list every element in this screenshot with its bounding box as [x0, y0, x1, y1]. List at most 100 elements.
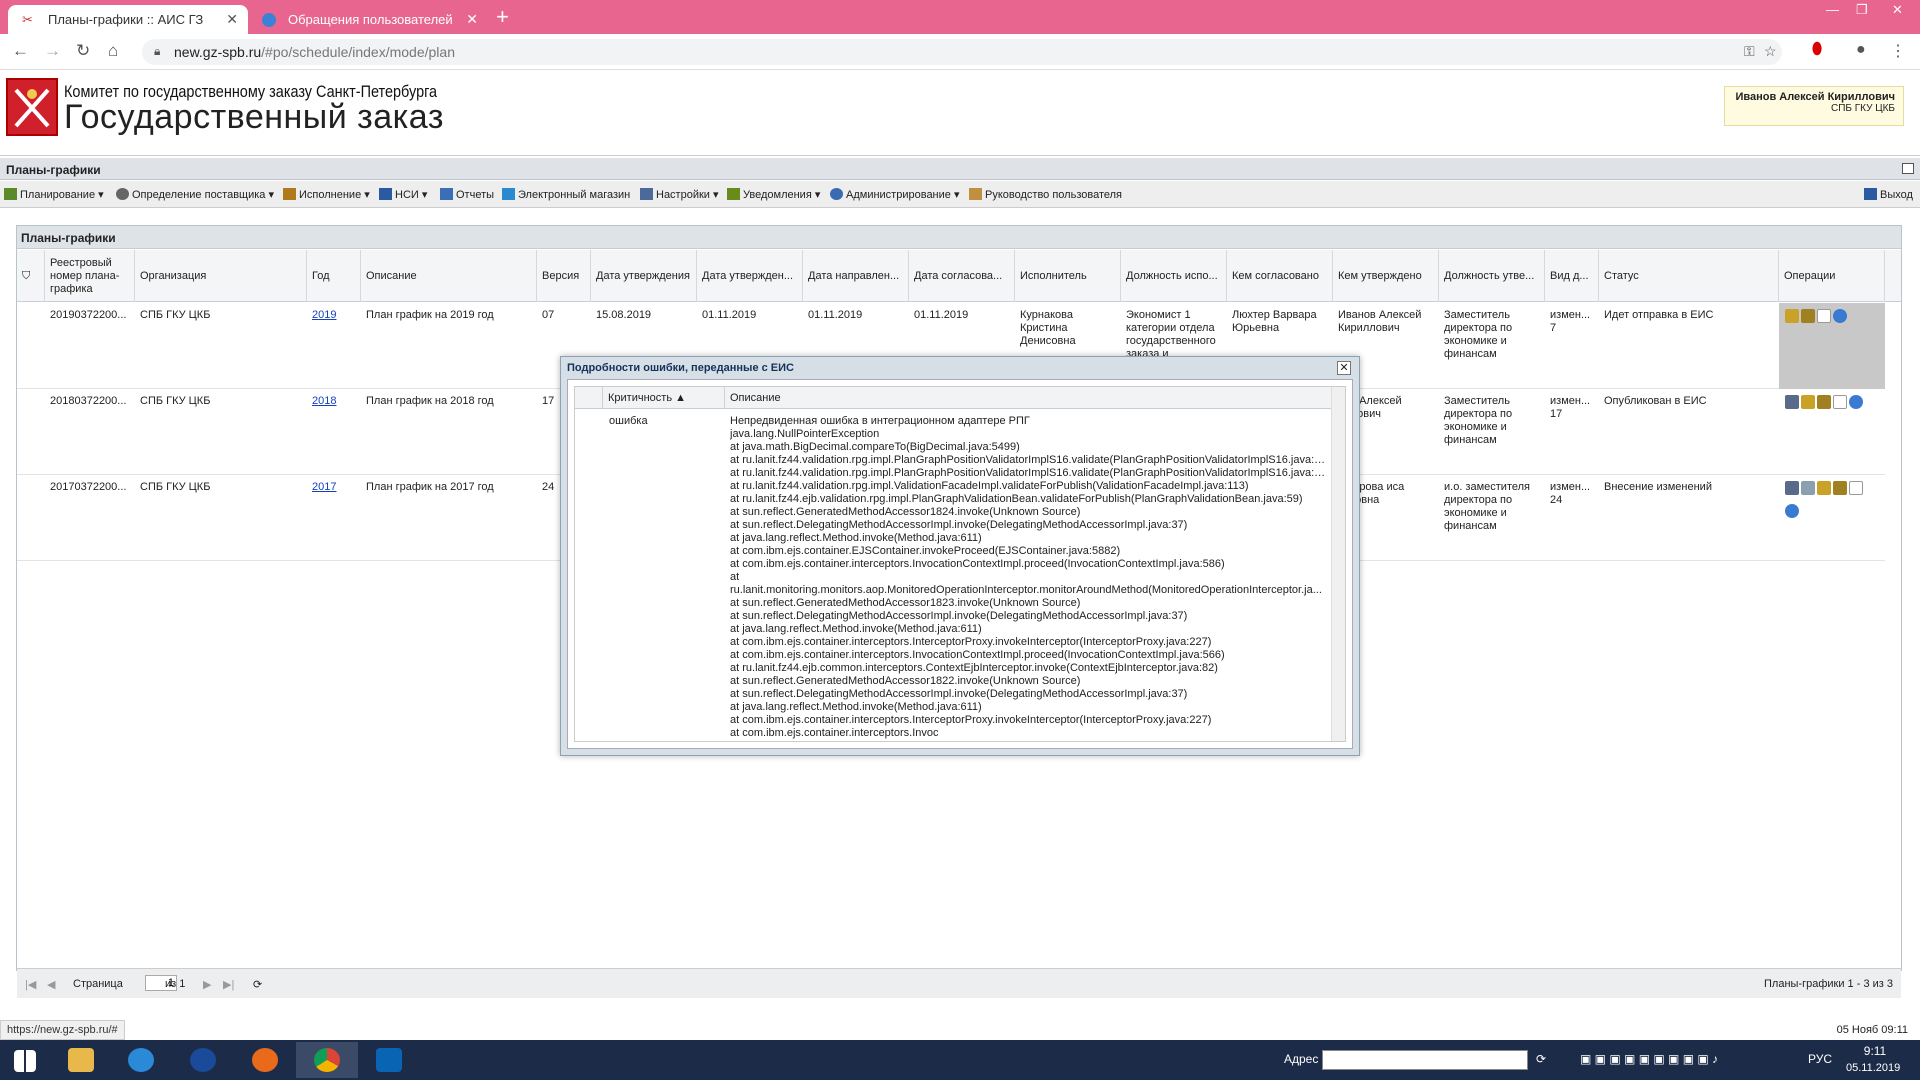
- menu-nsi[interactable]: НСИ ▾: [379, 188, 427, 201]
- column-header[interactable]: Вид д...: [1545, 250, 1599, 302]
- column-header[interactable]: Должность утве...: [1439, 250, 1545, 302]
- operations: [1779, 303, 1885, 389]
- menu-admin[interactable]: Администрирование ▾: [830, 188, 959, 201]
- column-header[interactable]: Версия: [537, 250, 591, 302]
- sign-icon[interactable]: [1817, 395, 1831, 409]
- first-page-icon[interactable]: |◀: [25, 978, 36, 991]
- taskbar-explorer[interactable]: [50, 1042, 112, 1078]
- doc-kind: измен... 7: [1550, 309, 1591, 334]
- forward-icon[interactable]: →: [44, 41, 61, 61]
- back-icon[interactable]: ←: [12, 41, 29, 61]
- minimize-icon[interactable]: —: [1826, 2, 1839, 17]
- column-header[interactable]: Должность испо...: [1121, 250, 1227, 302]
- taskbar-ie[interactable]: [110, 1042, 172, 1078]
- column-header[interactable]: Реестровый номер плана-графика: [45, 250, 135, 302]
- tray-time[interactable]: 9:11: [1850, 1044, 1900, 1058]
- prev-page-icon[interactable]: ◀: [47, 978, 55, 991]
- close-tab-icon[interactable]: ✕: [226, 5, 238, 34]
- taskbar-firefox[interactable]: [234, 1042, 296, 1078]
- user-info[interactable]: Иванов Алексей Кириллович СПБ ГКУ ЦКБ: [1724, 86, 1904, 126]
- edit-icon[interactable]: [1785, 481, 1799, 495]
- menu-notifications[interactable]: Уведомления ▾: [727, 188, 820, 201]
- refresh-icon[interactable]: ⟳: [1536, 1052, 1546, 1066]
- new-tab-icon[interactable]: +: [496, 4, 509, 30]
- next-page-icon[interactable]: ▶: [203, 978, 211, 991]
- menu-planning[interactable]: Планирование ▾: [4, 188, 104, 201]
- column-header[interactable]: Операции: [1779, 250, 1885, 302]
- menu-eshop[interactable]: Электронный магазин: [502, 188, 630, 201]
- restore-icon[interactable]: ❐: [1856, 2, 1868, 18]
- collapse-icon[interactable]: [1902, 163, 1914, 174]
- severity-column-header[interactable]: Критичность ▲: [603, 387, 725, 409]
- column-header[interactable]: Дата направлен...: [803, 250, 909, 302]
- sign-icon[interactable]: [1833, 481, 1847, 495]
- address-bar[interactable]: 🔒︎ new.gz-spb.ru/#po/schedule/index/mode…: [142, 39, 1782, 65]
- info-icon[interactable]: [1785, 504, 1799, 518]
- refresh-icon[interactable]: ⟳: [253, 978, 262, 991]
- close-tab-icon[interactable]: ✕: [466, 5, 478, 34]
- grid-header: ⛉ Реестровый номер плана-графика Организ…: [17, 250, 1901, 302]
- settings-icon: [640, 188, 653, 200]
- last-page-icon[interactable]: ▶|: [223, 978, 234, 991]
- column-header[interactable]: Описание: [361, 250, 537, 302]
- error-description: Непредвиденная ошибка в интеграционном а…: [730, 415, 1330, 741]
- tray-date[interactable]: 05.11.2019: [1846, 1062, 1900, 1074]
- column-header[interactable]: Исполнитель: [1015, 250, 1121, 302]
- menu-execution[interactable]: Исполнение ▾: [283, 188, 370, 201]
- sign-icon[interactable]: [1801, 309, 1815, 323]
- trace-line: at com.ibm.ejs.container.interceptors.In…: [730, 649, 1225, 661]
- taskbar-outlook[interactable]: [358, 1042, 420, 1078]
- seal-icon[interactable]: [1817, 481, 1831, 495]
- close-window-icon[interactable]: ✕: [1892, 2, 1903, 18]
- admin-icon: [830, 188, 843, 200]
- profile-icon[interactable]: ●: [1856, 41, 1866, 59]
- logout-button[interactable]: Выход: [1864, 188, 1913, 201]
- close-icon[interactable]: ✕: [1337, 361, 1351, 375]
- trace-line: at sun.reflect.DelegatingMethodAccessorI…: [730, 610, 1188, 622]
- key-icon[interactable]: ⚿: [1744, 43, 1755, 60]
- executor: Курнакова Кристина Денисовна: [1020, 309, 1076, 347]
- browser-menu-icon[interactable]: ⋮: [1890, 41, 1906, 61]
- column-header[interactable]: Дата утверждения: [591, 250, 697, 302]
- edit-icon[interactable]: [1785, 395, 1799, 409]
- menu-settings[interactable]: Настройки ▾: [640, 188, 719, 201]
- tray-icons[interactable]: ▣ ▣ ▣ ▣ ▣ ▣ ▣ ▣ ▣ ♪: [1580, 1052, 1718, 1066]
- menu-reports[interactable]: Отчеты: [440, 188, 494, 201]
- year-link[interactable]: 2018: [307, 395, 361, 408]
- year-link[interactable]: 2019: [307, 309, 361, 322]
- year-link[interactable]: 2017: [307, 481, 361, 494]
- reg-number: 20180372200...: [50, 395, 127, 407]
- info-icon[interactable]: [1833, 309, 1847, 323]
- column-header[interactable]: Дата утвержден...: [697, 250, 803, 302]
- extension-icon[interactable]: ⬮: [1812, 41, 1822, 59]
- taskbar-address-input[interactable]: [1322, 1050, 1528, 1070]
- vertical-scrollbar[interactable]: [1331, 387, 1345, 741]
- document-icon[interactable]: [1817, 309, 1831, 323]
- menu-manual[interactable]: Руководство пользователя: [969, 188, 1122, 201]
- document-icon[interactable]: [1833, 395, 1847, 409]
- column-header[interactable]: Год: [307, 250, 361, 302]
- filter-icon[interactable]: ⛉: [17, 250, 45, 302]
- column-header[interactable]: Статус: [1599, 250, 1779, 302]
- column-header[interactable]: Кем согласовано: [1227, 250, 1333, 302]
- approver-position: Заместитель директора по экономике и фин…: [1444, 395, 1513, 446]
- home-icon[interactable]: ⌂: [108, 41, 118, 61]
- seal-icon[interactable]: [1801, 395, 1815, 409]
- column-header[interactable]: Кем утверждено: [1333, 250, 1439, 302]
- browser-tab-active[interactable]: ✂ Планы-графики :: АИС ГЗ ✕: [8, 5, 248, 34]
- browser-tab[interactable]: Обращения пользователей АИС ✕: [248, 5, 488, 56]
- taskbar-chrome[interactable]: [296, 1042, 358, 1078]
- seal-icon[interactable]: [1785, 309, 1799, 323]
- taskbar-app[interactable]: [172, 1042, 234, 1078]
- info-icon[interactable]: [1849, 395, 1863, 409]
- document-icon[interactable]: [1849, 481, 1863, 495]
- description-column-header[interactable]: Описание: [725, 387, 1333, 409]
- copy-icon[interactable]: [1801, 481, 1815, 495]
- reports-icon: [440, 188, 453, 200]
- column-header[interactable]: Дата согласова...: [909, 250, 1015, 302]
- bookmark-star-icon[interactable]: ☆: [1764, 43, 1777, 60]
- reload-icon[interactable]: ↻: [76, 41, 90, 61]
- column-header[interactable]: Организация: [135, 250, 307, 302]
- language-indicator[interactable]: РУС: [1808, 1052, 1832, 1066]
- menu-supplier[interactable]: Определение поставщика ▾: [116, 188, 274, 201]
